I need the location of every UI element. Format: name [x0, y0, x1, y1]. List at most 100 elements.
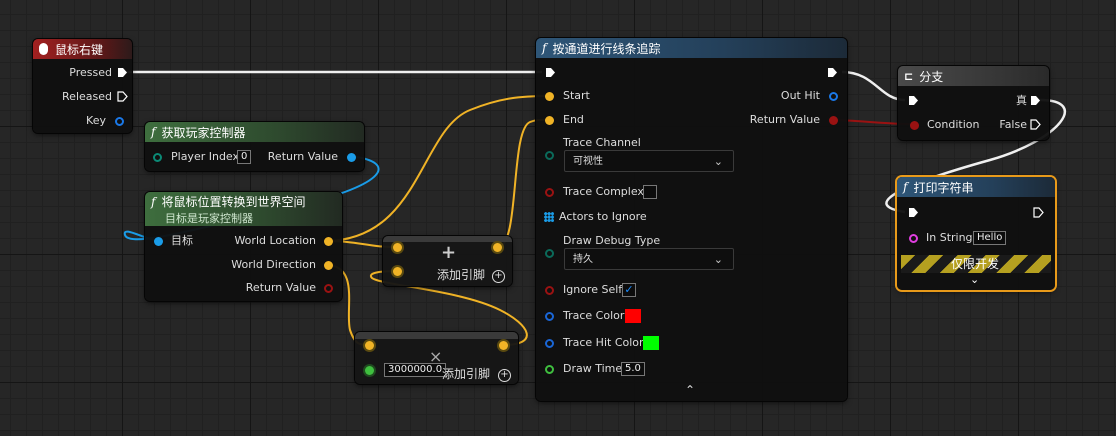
actors-to-ignore-label: Actors to Ignore	[559, 210, 647, 223]
trace-color-swatch[interactable]	[625, 309, 641, 323]
controller-return-pin[interactable]	[347, 153, 356, 162]
branch-node[interactable]: ⊏ 分支 真 Condition False	[898, 66, 1049, 140]
trace-color-label: Trace Color	[563, 309, 625, 322]
print-string-node[interactable]: f 打印字符串 In String Hello 仅限开发 ⌄	[897, 177, 1055, 290]
multiply-input-b-pin[interactable]	[365, 366, 374, 375]
key-label: Key	[86, 114, 106, 127]
trace-complex-pin[interactable]	[545, 188, 554, 197]
world-location-pin[interactable]	[324, 237, 333, 246]
trace-exec-out-pin[interactable]	[827, 67, 838, 78]
print-exec-in-pin[interactable]	[908, 207, 919, 218]
trace-complex-checkbox[interactable]	[643, 185, 657, 199]
ignore-self-checkbox[interactable]: ✓	[622, 283, 636, 297]
released-exec-pin[interactable]	[117, 91, 128, 102]
add-input-a-pin[interactable]	[393, 243, 402, 252]
branch-false-exec-pin[interactable]	[1030, 119, 1041, 130]
branch-title: 分支	[919, 69, 944, 84]
event-title: 鼠标右键	[55, 42, 104, 57]
world-direction-label: World Direction	[231, 258, 316, 271]
draw-debug-value: 持久	[573, 254, 593, 265]
ignore-self-pin[interactable]	[545, 286, 554, 295]
trace-hit-color-swatch[interactable]	[643, 336, 659, 350]
player-index-label: Player Index	[171, 150, 240, 163]
print-title: 打印字符串	[913, 180, 974, 195]
condition-label: Condition	[927, 118, 980, 131]
condition-pin[interactable]	[910, 121, 919, 130]
out-hit-label: Out Hit	[780, 89, 820, 102]
collapse-chevron-icon[interactable]: ⌃	[685, 383, 695, 397]
trace-title: 按通道进行线条追踪	[552, 41, 661, 56]
multiply-node-top	[355, 332, 518, 339]
deproject-return-label: Return Value	[245, 281, 316, 294]
multiply-add-pin-label: 添加引脚	[442, 367, 491, 381]
player-index-input[interactable]: 0	[237, 150, 252, 164]
trace-header[interactable]: f 按通道进行线条追踪	[536, 38, 847, 58]
draw-time-label: Draw Time	[563, 362, 623, 375]
multiply-add-pin-button[interactable]: +	[498, 369, 511, 382]
branch-true-label: 真	[1016, 94, 1027, 107]
player-index-pin[interactable]	[153, 153, 162, 162]
chevron-down-icon: ⌄	[713, 155, 723, 168]
target-pin[interactable]	[154, 237, 163, 246]
add-pin-label: 添加引脚	[437, 268, 486, 282]
line-trace-by-channel-node[interactable]: f 按通道进行线条追踪 Start Out Hit End Return Val…	[536, 38, 847, 401]
get-controller-title: 获取玩家控制器	[161, 125, 246, 140]
multiply-value-input[interactable]: 3000000.0	[384, 363, 447, 377]
chevron-down-icon: ⌄	[713, 253, 723, 266]
trace-exec-in-pin[interactable]	[545, 67, 556, 78]
add-output-pin[interactable]	[493, 243, 502, 252]
add-input-b-pin[interactable]	[393, 267, 402, 276]
trace-hit-color-pin[interactable]	[545, 339, 554, 348]
print-header[interactable]: f 打印字符串	[897, 177, 1055, 197]
trace-color-pin[interactable]	[545, 312, 554, 321]
world-direction-pin[interactable]	[324, 261, 333, 270]
add-pin-button[interactable]: +	[492, 270, 505, 283]
branch-true-exec-pin[interactable]	[1030, 95, 1041, 106]
deproject-mouse-node[interactable]: f 将鼠标位置转换到世界空间 目标是玩家控制器 目标 World Location…	[145, 192, 342, 301]
draw-time-pin[interactable]	[545, 365, 554, 374]
function-icon: f	[542, 41, 547, 55]
out-hit-pin[interactable]	[829, 92, 838, 101]
in-string-label: In String	[926, 231, 973, 244]
mouse-icon	[39, 43, 48, 55]
branch-icon: ⊏	[904, 69, 914, 83]
draw-debug-type-dropdown[interactable]: 持久 ⌄	[564, 248, 734, 270]
branch-header[interactable]: ⊏ 分支	[898, 66, 1049, 86]
mouse-right-button-event-node[interactable]: 鼠标右键 Pressed Released Key	[33, 39, 132, 133]
function-icon: f	[903, 180, 908, 194]
get-controller-header[interactable]: f 获取玩家控制器	[145, 122, 364, 142]
vector-add-node[interactable]: + 添加引脚 +	[383, 236, 512, 286]
multiply-input-a-pin[interactable]	[365, 341, 374, 350]
trace-channel-dropdown[interactable]: 可视性 ⌄	[564, 150, 734, 172]
pressed-exec-pin[interactable]	[117, 67, 128, 78]
trace-return-pin[interactable]	[829, 116, 838, 125]
start-label: Start	[563, 89, 590, 102]
trace-channel-pin[interactable]	[545, 151, 554, 160]
start-pin[interactable]	[545, 92, 554, 101]
deproject-return-pin[interactable]	[324, 284, 333, 293]
in-string-input[interactable]: Hello	[973, 231, 1007, 245]
draw-debug-type-pin[interactable]	[545, 249, 554, 258]
key-struct-pin[interactable]	[115, 117, 124, 126]
deproject-header[interactable]: f 将鼠标位置转换到世界空间 目标是玩家控制器	[145, 192, 342, 226]
world-location-label: World Location	[234, 234, 316, 247]
in-string-pin[interactable]	[909, 234, 918, 243]
expand-chevron-icon[interactable]: ⌄	[970, 273, 979, 287]
target-label: 目标	[171, 234, 193, 247]
trace-complex-label: Trace Complex	[563, 185, 644, 198]
print-exec-out-pin[interactable]	[1033, 207, 1044, 218]
pressed-label: Pressed	[69, 66, 112, 79]
multiply-output-pin[interactable]	[499, 341, 508, 350]
array-pin-icon[interactable]	[544, 212, 554, 222]
draw-time-input[interactable]: 5.0	[621, 362, 645, 376]
draw-debug-type-label: Draw Debug Type	[563, 234, 661, 247]
event-header[interactable]: 鼠标右键	[33, 39, 132, 59]
vector-multiply-node[interactable]: × 3000000.0 添加引脚 +	[355, 332, 518, 384]
branch-exec-in-pin[interactable]	[908, 95, 919, 106]
released-label: Released	[62, 90, 112, 103]
end-pin[interactable]	[545, 116, 554, 125]
get-player-controller-node[interactable]: f 获取玩家控制器 Player Index 0 Return Value	[145, 122, 364, 171]
branch-false-label: False	[999, 118, 1027, 131]
trace-hit-color-label: Trace Hit Color	[563, 336, 644, 349]
trace-return-label: Return Value	[749, 113, 820, 126]
